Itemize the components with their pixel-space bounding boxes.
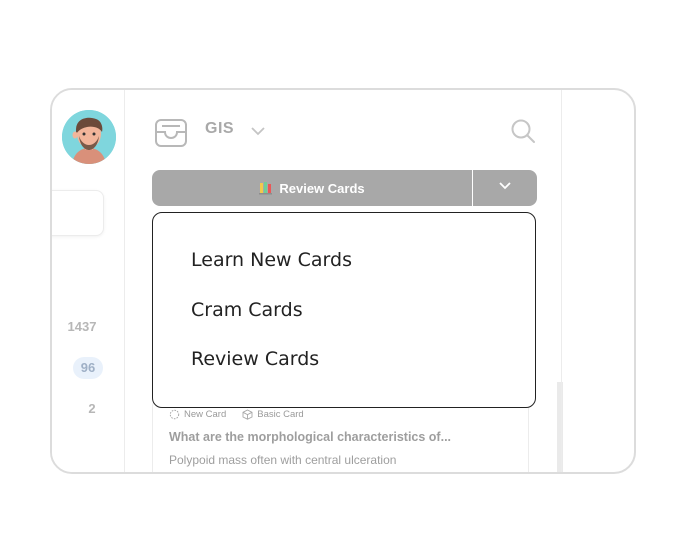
count-review: 2 [88, 401, 96, 416]
review-cards-label: Review Cards [279, 180, 365, 196]
review-mode-dropdown-toggle[interactable] [473, 170, 537, 206]
card-answer: Polypoid mass often with central ulcerat… [169, 453, 397, 467]
card-tags: New Card Basic Card [169, 409, 304, 420]
flashcard-preview[interactable]: New Card Basic Card What are the morphol… [152, 400, 529, 472]
review-cards-button[interactable]: Review Cards [152, 170, 472, 206]
count-new: 1437 [67, 319, 97, 334]
card-status: New Card [184, 409, 227, 420]
right-pane [561, 90, 634, 472]
count-learning-badge: 96 [73, 357, 103, 379]
chevron-down-icon [497, 178, 513, 199]
rail-panel[interactable] [52, 190, 104, 236]
deck-title[interactable]: GIS [205, 120, 234, 138]
menu-item-review-cards[interactable]: Review Cards [191, 348, 319, 370]
app-window: 1437 96 2 GIS Review Cards Learn New Car… [50, 88, 636, 474]
deck-header: GIS [125, 114, 561, 150]
search-icon[interactable] [510, 118, 536, 144]
card-question: What are the morphological characteristi… [169, 430, 452, 444]
sparkle-icon [169, 409, 180, 420]
study-mode-menu: Learn New Cards Cram Cards Review Cards [152, 212, 536, 408]
inbox-tray-icon[interactable] [154, 117, 188, 149]
menu-item-learn-new-cards[interactable]: Learn New Cards [191, 249, 352, 271]
left-rail: 1437 96 2 [52, 90, 125, 472]
avatar-illustration [62, 110, 116, 164]
deck-panel: GIS Review Cards Learn New Cards Cram Ca… [125, 90, 563, 472]
avatar[interactable] [62, 110, 116, 164]
menu-item-cram-cards[interactable]: Cram Cards [191, 299, 303, 321]
books-icon [259, 181, 273, 195]
chevron-down-icon[interactable] [249, 122, 267, 140]
cube-icon [242, 409, 253, 420]
card-type: Basic Card [257, 409, 304, 420]
